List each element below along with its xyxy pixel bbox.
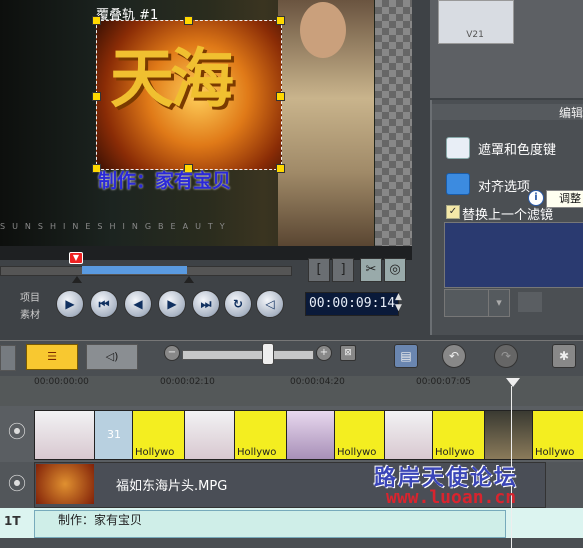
playhead-marker[interactable]: ▼ xyxy=(69,252,83,264)
resize-handle-tm[interactable] xyxy=(184,16,193,25)
video-clip[interactable] xyxy=(34,410,96,460)
ruler-tick: 00:00:04:20 xyxy=(290,377,345,387)
video-clip-label: Hollywo xyxy=(135,447,175,458)
timeline-view-button[interactable]: ☰ xyxy=(26,344,78,370)
mark-in-button[interactable]: [ xyxy=(308,258,330,282)
ruler-tick: 00:00:00:00 xyxy=(34,377,89,387)
library-thumbnail-label: V21 xyxy=(466,30,484,40)
video-clip[interactable]: Hollywo xyxy=(532,410,583,460)
chevron-down-icon[interactable]: ▾ xyxy=(488,289,510,317)
overlay-track-title: 覆叠轨 #1 xyxy=(96,8,159,23)
fit-project-icon[interactable]: ⊠ xyxy=(340,345,356,361)
resize-handle-br[interactable] xyxy=(276,164,285,173)
zoom-out-icon[interactable]: − xyxy=(164,345,180,361)
next-frame-icon[interactable]: ▶ xyxy=(158,290,186,318)
filter-list[interactable] xyxy=(444,222,583,288)
mask-chroma-icon[interactable] xyxy=(446,137,470,159)
logo-text: 天海 xyxy=(110,42,234,117)
volume-icon[interactable]: ◁ xyxy=(256,290,284,318)
resize-handle-tr[interactable] xyxy=(276,16,285,25)
watermark-url: www.luoan.cn xyxy=(386,487,517,508)
zoom-slider-knob[interactable] xyxy=(262,343,274,365)
track-footer xyxy=(0,538,583,548)
replace-filter-checkbox[interactable]: ✓ xyxy=(446,205,460,219)
caption-text: 制作：家有宝贝 xyxy=(98,170,232,192)
preview-person-head xyxy=(300,2,346,58)
play-icon[interactable]: ▶ xyxy=(56,290,84,318)
video-clip[interactable] xyxy=(286,410,336,460)
mark-out-button[interactable]: ] xyxy=(332,258,354,282)
repeat-icon[interactable]: ↻ xyxy=(224,290,252,318)
video-clip[interactable]: 31 xyxy=(94,410,134,460)
preview-bottom-text: SUNSHINESHINGBEAUTY xyxy=(0,222,232,231)
timecode-stepper-icon[interactable]: ▲ ▼ xyxy=(395,292,402,314)
replace-filter-label: 替换上一个滤镜 xyxy=(462,208,554,223)
video-clip[interactable]: Hollywo xyxy=(234,410,288,460)
split-clip-icon[interactable]: ✂ xyxy=(360,258,382,282)
align-options-icon[interactable] xyxy=(446,173,470,195)
video-clip[interactable]: Hollywo xyxy=(432,410,486,460)
align-options-label[interactable]: 对齐选项 xyxy=(478,176,530,195)
toolbar-left-button[interactable] xyxy=(0,345,16,371)
video-clip-label: Hollywo xyxy=(435,447,475,458)
insert-media-icon[interactable]: ▤ xyxy=(394,344,418,368)
customize-filter-icon[interactable] xyxy=(518,292,542,312)
video-clip[interactable]: Hollywo xyxy=(334,410,386,460)
transparency-checker xyxy=(375,0,412,246)
redo-icon[interactable]: ↷ xyxy=(494,344,518,368)
video-clip-label: Hollywo xyxy=(337,447,377,458)
prev-frame-icon[interactable]: ◀ xyxy=(124,290,152,318)
tooltip: 调整 xyxy=(546,190,583,208)
trim-selection[interactable] xyxy=(82,266,187,274)
zoom-slider[interactable] xyxy=(182,350,314,360)
info-icon: i xyxy=(528,190,544,206)
timecode-field[interactable]: 00:00:09:14 xyxy=(305,292,399,316)
clip-mode-label[interactable]: 素材 xyxy=(20,306,40,321)
mask-chroma-label[interactable]: 遮罩和色度键 xyxy=(478,139,556,158)
video-track-icon[interactable]: ⦿ xyxy=(2,418,32,448)
video-clip-label: Hollywo xyxy=(237,447,277,458)
smart-proxy-icon[interactable]: ✱ xyxy=(552,344,576,368)
video-clip[interactable] xyxy=(484,410,534,460)
resize-handle-mr[interactable] xyxy=(276,92,285,101)
trim-start-handle[interactable] xyxy=(72,276,82,283)
filter-preset-dropdown[interactable] xyxy=(444,289,490,317)
undo-icon[interactable]: ↶ xyxy=(442,344,466,368)
trim-end-handle[interactable] xyxy=(184,276,194,283)
edit-tab[interactable]: 编辑 xyxy=(432,104,583,120)
ruler-tick: 00:00:02:10 xyxy=(160,377,215,387)
audio-view-button[interactable]: ◁) xyxy=(86,344,138,370)
resize-handle-tl[interactable] xyxy=(92,16,101,25)
title-track-icon[interactable]: 1T xyxy=(4,514,21,528)
video-clip-label: Hollywo xyxy=(535,447,575,458)
ruler-playhead-marker[interactable] xyxy=(506,378,520,387)
zoom-in-icon[interactable]: + xyxy=(316,345,332,361)
ruler-tick: 00:00:07:05 xyxy=(416,377,471,387)
overlay-clip-thumbnail xyxy=(36,464,94,504)
overlay-clip-name: 福如东海片头.MPG xyxy=(116,479,228,494)
title-clip-text: 制作：家有宝贝 xyxy=(58,513,143,527)
end-icon[interactable]: ⏭ xyxy=(192,290,220,318)
video-clip[interactable] xyxy=(384,410,434,460)
overlay-track-icon[interactable]: ⦿ xyxy=(2,470,32,500)
video-clip[interactable]: Hollywo xyxy=(132,410,186,460)
enlarge-preview-icon[interactable]: ◎ xyxy=(384,258,406,282)
video-clip[interactable] xyxy=(184,410,236,460)
resize-handle-ml[interactable] xyxy=(92,92,101,101)
project-mode-label[interactable]: 项目 xyxy=(20,289,40,304)
home-icon[interactable]: ⏮ xyxy=(90,290,118,318)
